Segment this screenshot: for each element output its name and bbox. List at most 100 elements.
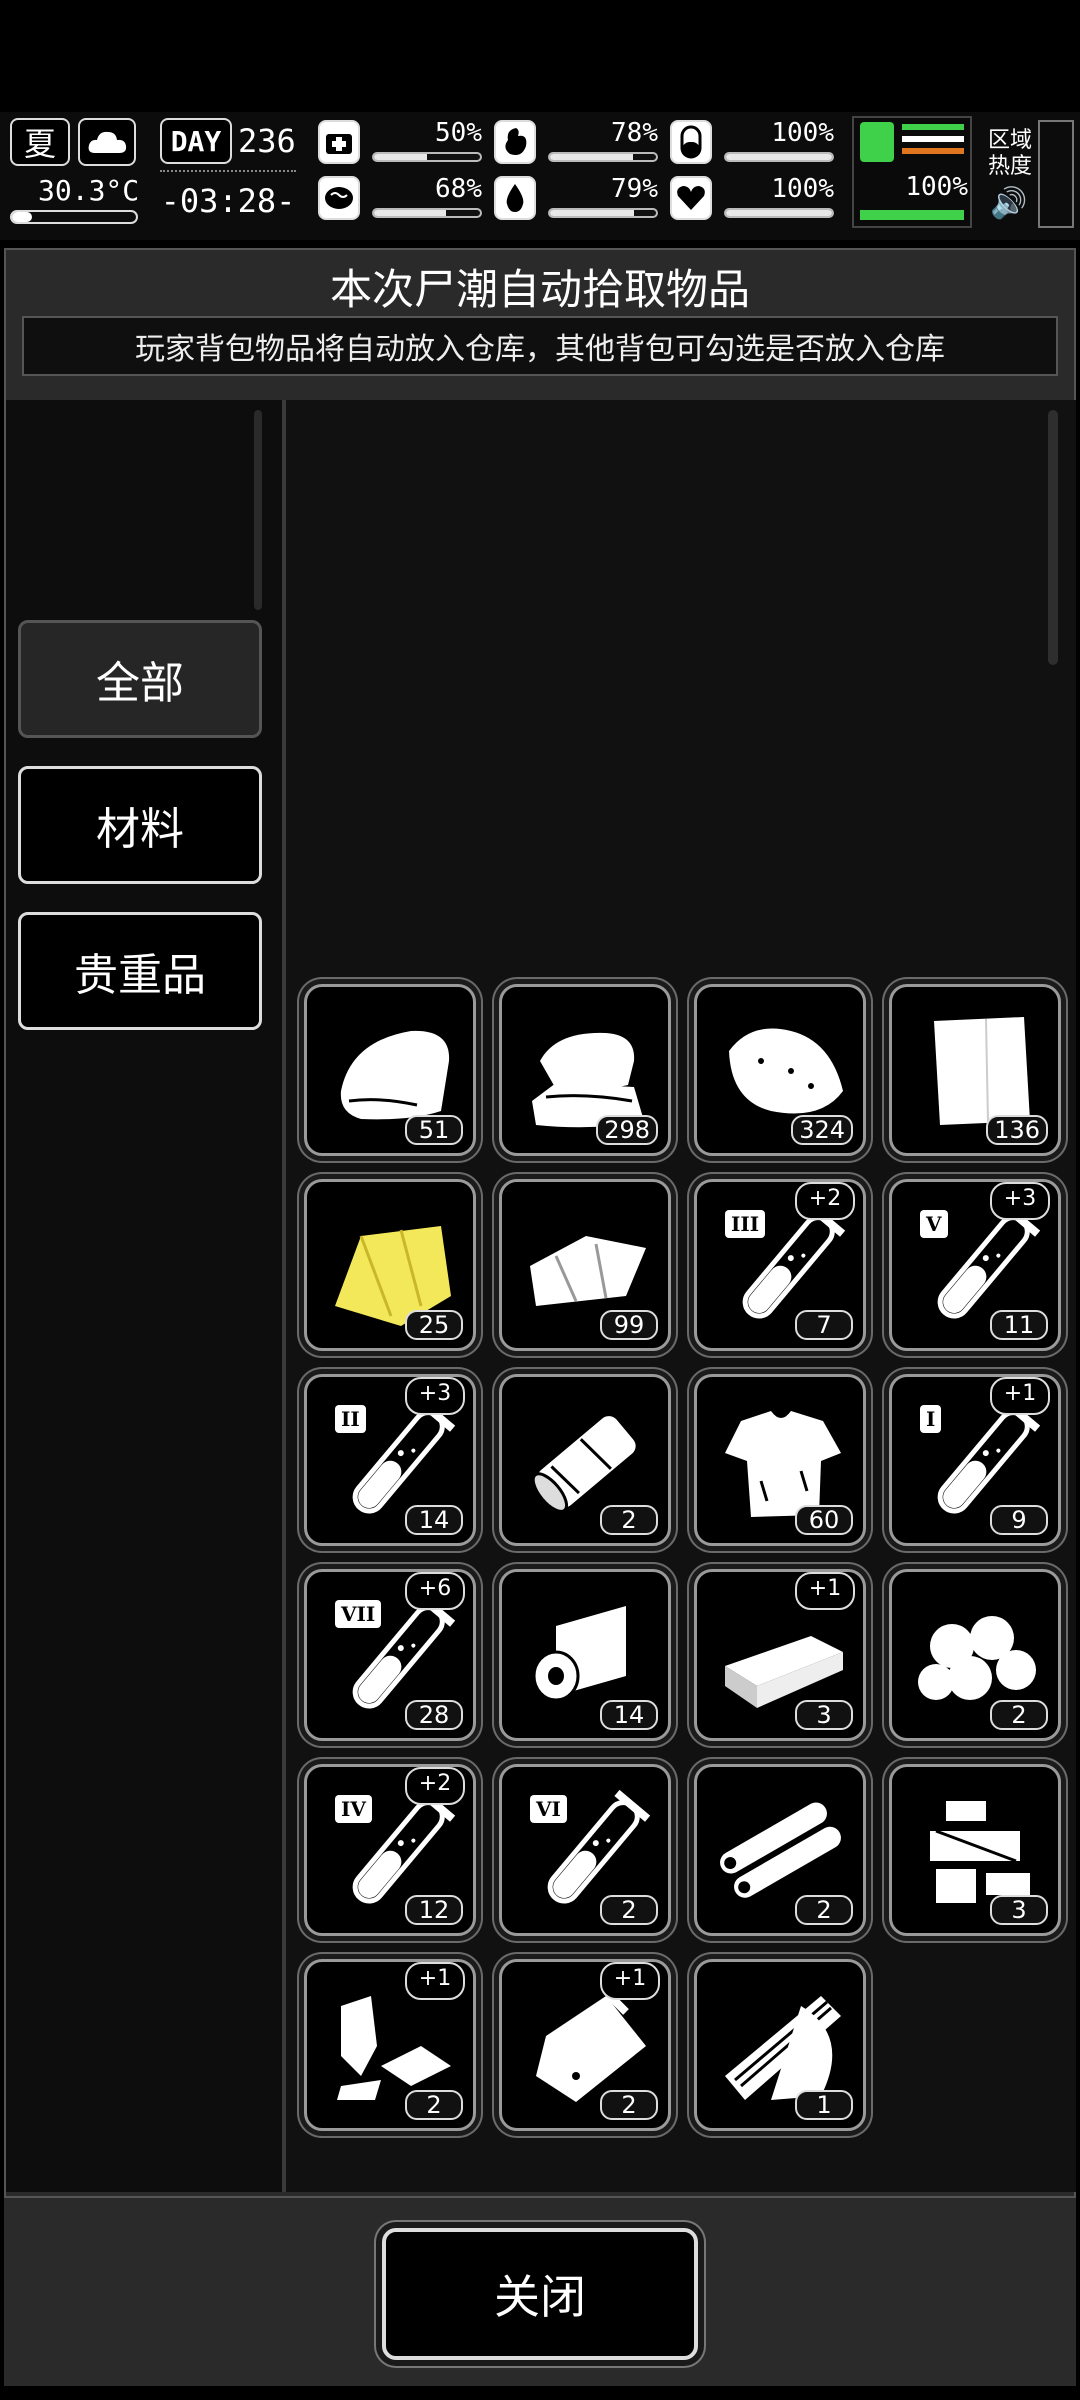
- bonus-badge: +2: [795, 1182, 855, 1220]
- stat-value: 100%: [771, 118, 834, 148]
- item-count: 2: [405, 2090, 463, 2120]
- panel-subtitle: 玩家背包物品将自动放入仓库，其他背包可勾选是否放入仓库: [22, 316, 1058, 376]
- stat-brain: 68%: [318, 174, 486, 226]
- item-slot[interactable]: VI 2: [499, 1764, 671, 1936]
- clock-frame: -03:28-: [160, 170, 296, 234]
- panel-title: 本次尸潮自动拾取物品: [329, 265, 750, 314]
- item-slot[interactable]: 298: [499, 984, 671, 1156]
- item-slot[interactable]: 2: [694, 1764, 866, 1936]
- item-slot[interactable]: II +3 14: [304, 1374, 476, 1546]
- item-count: 7: [795, 1310, 853, 1340]
- stat-pill: 100%: [670, 118, 838, 170]
- boot-icon: [860, 122, 894, 162]
- item-slot[interactable]: 1: [694, 1959, 866, 2131]
- stamina-value: 100%: [905, 172, 968, 202]
- item-slot[interactable]: +1 2: [499, 1959, 671, 2131]
- thermometer-icon: [10, 210, 138, 224]
- clock: -03:28-: [160, 182, 296, 220]
- item-count: 28: [405, 1700, 463, 1730]
- item-count: 14: [405, 1505, 463, 1535]
- stat-bar: [372, 208, 482, 218]
- stat-value: 79%: [611, 174, 658, 204]
- item-slot[interactable]: V +3 11: [889, 1179, 1061, 1351]
- stat-medkit: 50%: [318, 118, 486, 170]
- tier-badge: V: [920, 1210, 948, 1238]
- tab-all[interactable]: 全部: [18, 620, 262, 738]
- area-heat-meter: [1038, 120, 1074, 228]
- item-slot[interactable]: 3: [889, 1764, 1061, 1936]
- item-count: 298: [596, 1115, 658, 1145]
- day-badge: DAY: [160, 118, 232, 164]
- item-grid-scrollbar[interactable]: [1048, 410, 1058, 665]
- temperature: 30.3°C: [38, 174, 140, 207]
- tier-badge: IV: [335, 1795, 372, 1823]
- stat-value: 100%: [771, 174, 834, 204]
- item-slot[interactable]: 2: [499, 1374, 671, 1546]
- bonus-badge: +1: [795, 1572, 855, 1610]
- bonus-badge: +1: [405, 1962, 465, 2000]
- item-slot[interactable]: +1 2: [304, 1959, 476, 2131]
- item-count: 11: [990, 1310, 1048, 1340]
- stat-stomach: 78%: [494, 118, 662, 170]
- tier-badge: VI: [530, 1795, 567, 1823]
- sidebar-scrollbar[interactable]: [254, 410, 262, 610]
- stat-water-drop: 79%: [494, 174, 662, 226]
- item-slot[interactable]: 136: [889, 984, 1061, 1156]
- stamina-bar: [860, 210, 964, 220]
- stat-bar: [372, 152, 482, 162]
- stat-bar: [724, 152, 834, 162]
- bonus-badge: +1: [990, 1377, 1050, 1415]
- item-count: 25: [405, 1310, 463, 1340]
- day-label: DAY: [170, 124, 222, 158]
- stat-bar: [724, 208, 834, 218]
- item-slot[interactable]: IV +2 12: [304, 1764, 476, 1936]
- item-slot[interactable]: VII +6 28: [304, 1569, 476, 1741]
- item-count: 324: [791, 1115, 853, 1145]
- item-slot[interactable]: 99: [499, 1179, 671, 1351]
- season-label: 夏: [23, 125, 56, 163]
- stomach-icon: [494, 120, 536, 164]
- stat-value: 78%: [611, 118, 658, 148]
- stamina-panel: 100%: [852, 116, 972, 228]
- item-count: 12: [405, 1895, 463, 1925]
- item-count: 99: [600, 1310, 658, 1340]
- item-count: 3: [990, 1895, 1048, 1925]
- stat-bar: [548, 152, 658, 162]
- item-count: 14: [600, 1700, 658, 1730]
- brain-icon: [318, 176, 360, 220]
- weather-cloud-icon: [78, 118, 136, 166]
- item-slot[interactable]: +1 3: [694, 1569, 866, 1741]
- medkit-icon: [318, 120, 360, 164]
- item-count: 60: [795, 1505, 853, 1535]
- stat-bar: [548, 208, 658, 218]
- season-badge: 夏: [10, 118, 70, 166]
- item-count: 2: [600, 2090, 658, 2120]
- bonus-badge: +3: [990, 1182, 1050, 1220]
- speaker-icon[interactable]: 🔊: [990, 186, 1027, 221]
- item-slot[interactable]: 25: [304, 1179, 476, 1351]
- water-drop-icon: [494, 176, 536, 220]
- item-slot[interactable]: III +2 7: [694, 1179, 866, 1351]
- tier-badge: I: [920, 1405, 942, 1433]
- item-count: 2: [600, 1895, 658, 1925]
- item-count: 51: [405, 1115, 463, 1145]
- item-count: 9: [990, 1505, 1048, 1535]
- close-button[interactable]: 关闭: [382, 2228, 698, 2360]
- item-slot[interactable]: I +1 9: [889, 1374, 1061, 1546]
- item-slot[interactable]: 14: [499, 1569, 671, 1741]
- item-slot[interactable]: 51: [304, 984, 476, 1156]
- tab-valuables[interactable]: 贵重品: [18, 912, 262, 1030]
- item-slot[interactable]: 60: [694, 1374, 866, 1546]
- heart-icon: [670, 176, 712, 220]
- item-slot[interactable]: 2: [889, 1569, 1061, 1741]
- area-heat-label: 区域 热度: [987, 128, 1032, 179]
- bonus-badge: +1: [600, 1962, 660, 2000]
- item-count: 1: [795, 2090, 853, 2120]
- tab-materials[interactable]: 材料: [18, 766, 262, 884]
- item-count: 2: [795, 1895, 853, 1925]
- stat-value: 50%: [435, 118, 482, 148]
- item-count: 3: [795, 1700, 853, 1730]
- item-slot[interactable]: 324: [694, 984, 866, 1156]
- item-count: 2: [990, 1700, 1048, 1730]
- tier-badge: III: [725, 1210, 766, 1238]
